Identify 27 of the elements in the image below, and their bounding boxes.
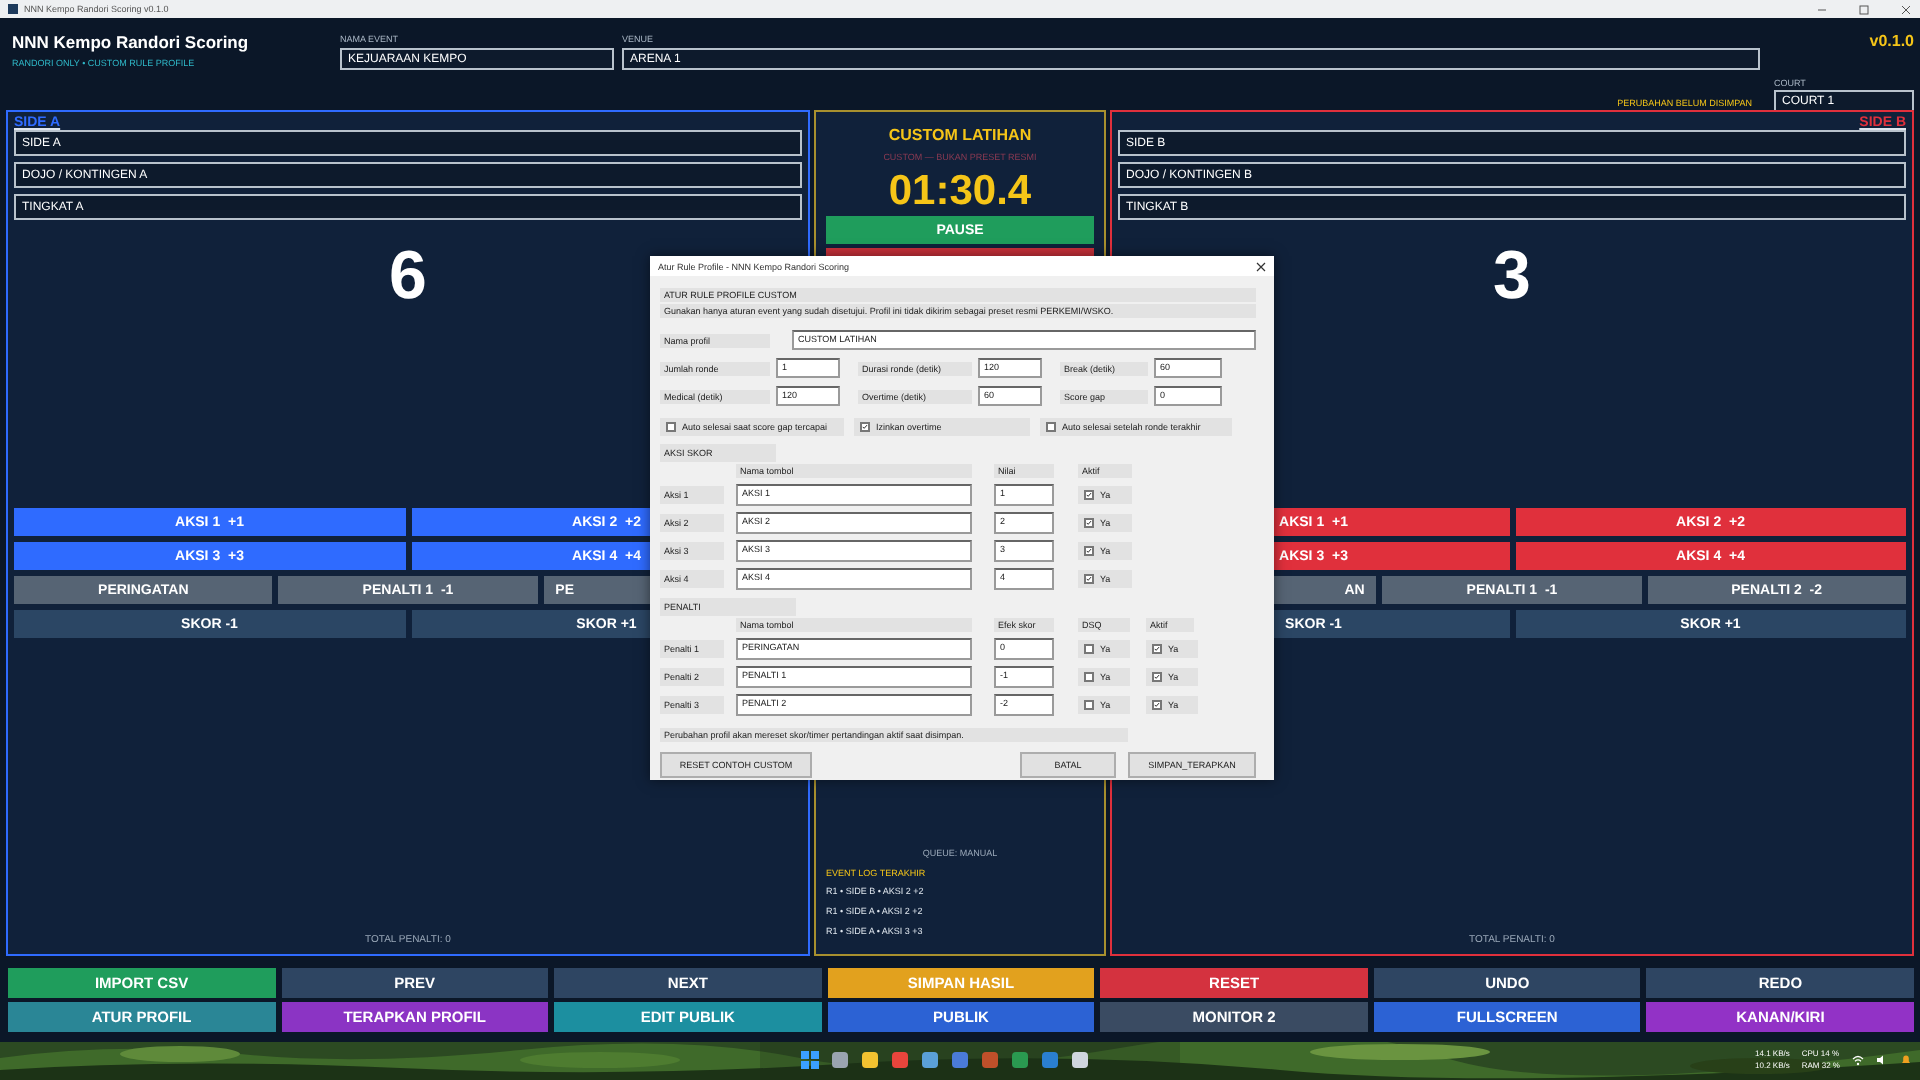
version-label: v0.1.0 [1869,30,1914,50]
bell-icon[interactable] [1900,1053,1912,1065]
speaker-icon[interactable] [1876,1053,1888,1065]
profile-name: CUSTOM LATIHAN [888,126,1032,144]
start-icon[interactable] [800,1050,820,1070]
checked-checkbox[interactable] [1084,490,1094,500]
maximize-icon[interactable] [1858,3,1870,15]
checked-checkbox[interactable] [1084,546,1094,556]
checkbox[interactable] [1084,700,1094,710]
wifi-icon[interactable] [1852,1053,1864,1065]
checked-checkbox[interactable] [1084,574,1094,584]
checked-checkbox[interactable] [1152,644,1162,654]
checkbox[interactable] [666,422,676,432]
app-title: NNN Kempo Randori Scoring [12,32,251,52]
close-icon[interactable] [1900,3,1912,15]
checkbox[interactable] [1084,672,1094,682]
checkbox[interactable] [1084,644,1094,654]
checkbox[interactable] [1046,422,1056,432]
checked-checkbox[interactable] [1152,700,1162,710]
app-icon [8,4,18,14]
checked-checkbox[interactable] [860,422,870,432]
close-icon[interactable] [1256,261,1266,271]
checked-checkbox[interactable] [1152,672,1162,682]
timer: 01:30.4 [888,168,1032,216]
score: 6 [389,238,427,314]
checked-checkbox[interactable] [1084,518,1094,528]
score: 3 [1493,238,1531,314]
